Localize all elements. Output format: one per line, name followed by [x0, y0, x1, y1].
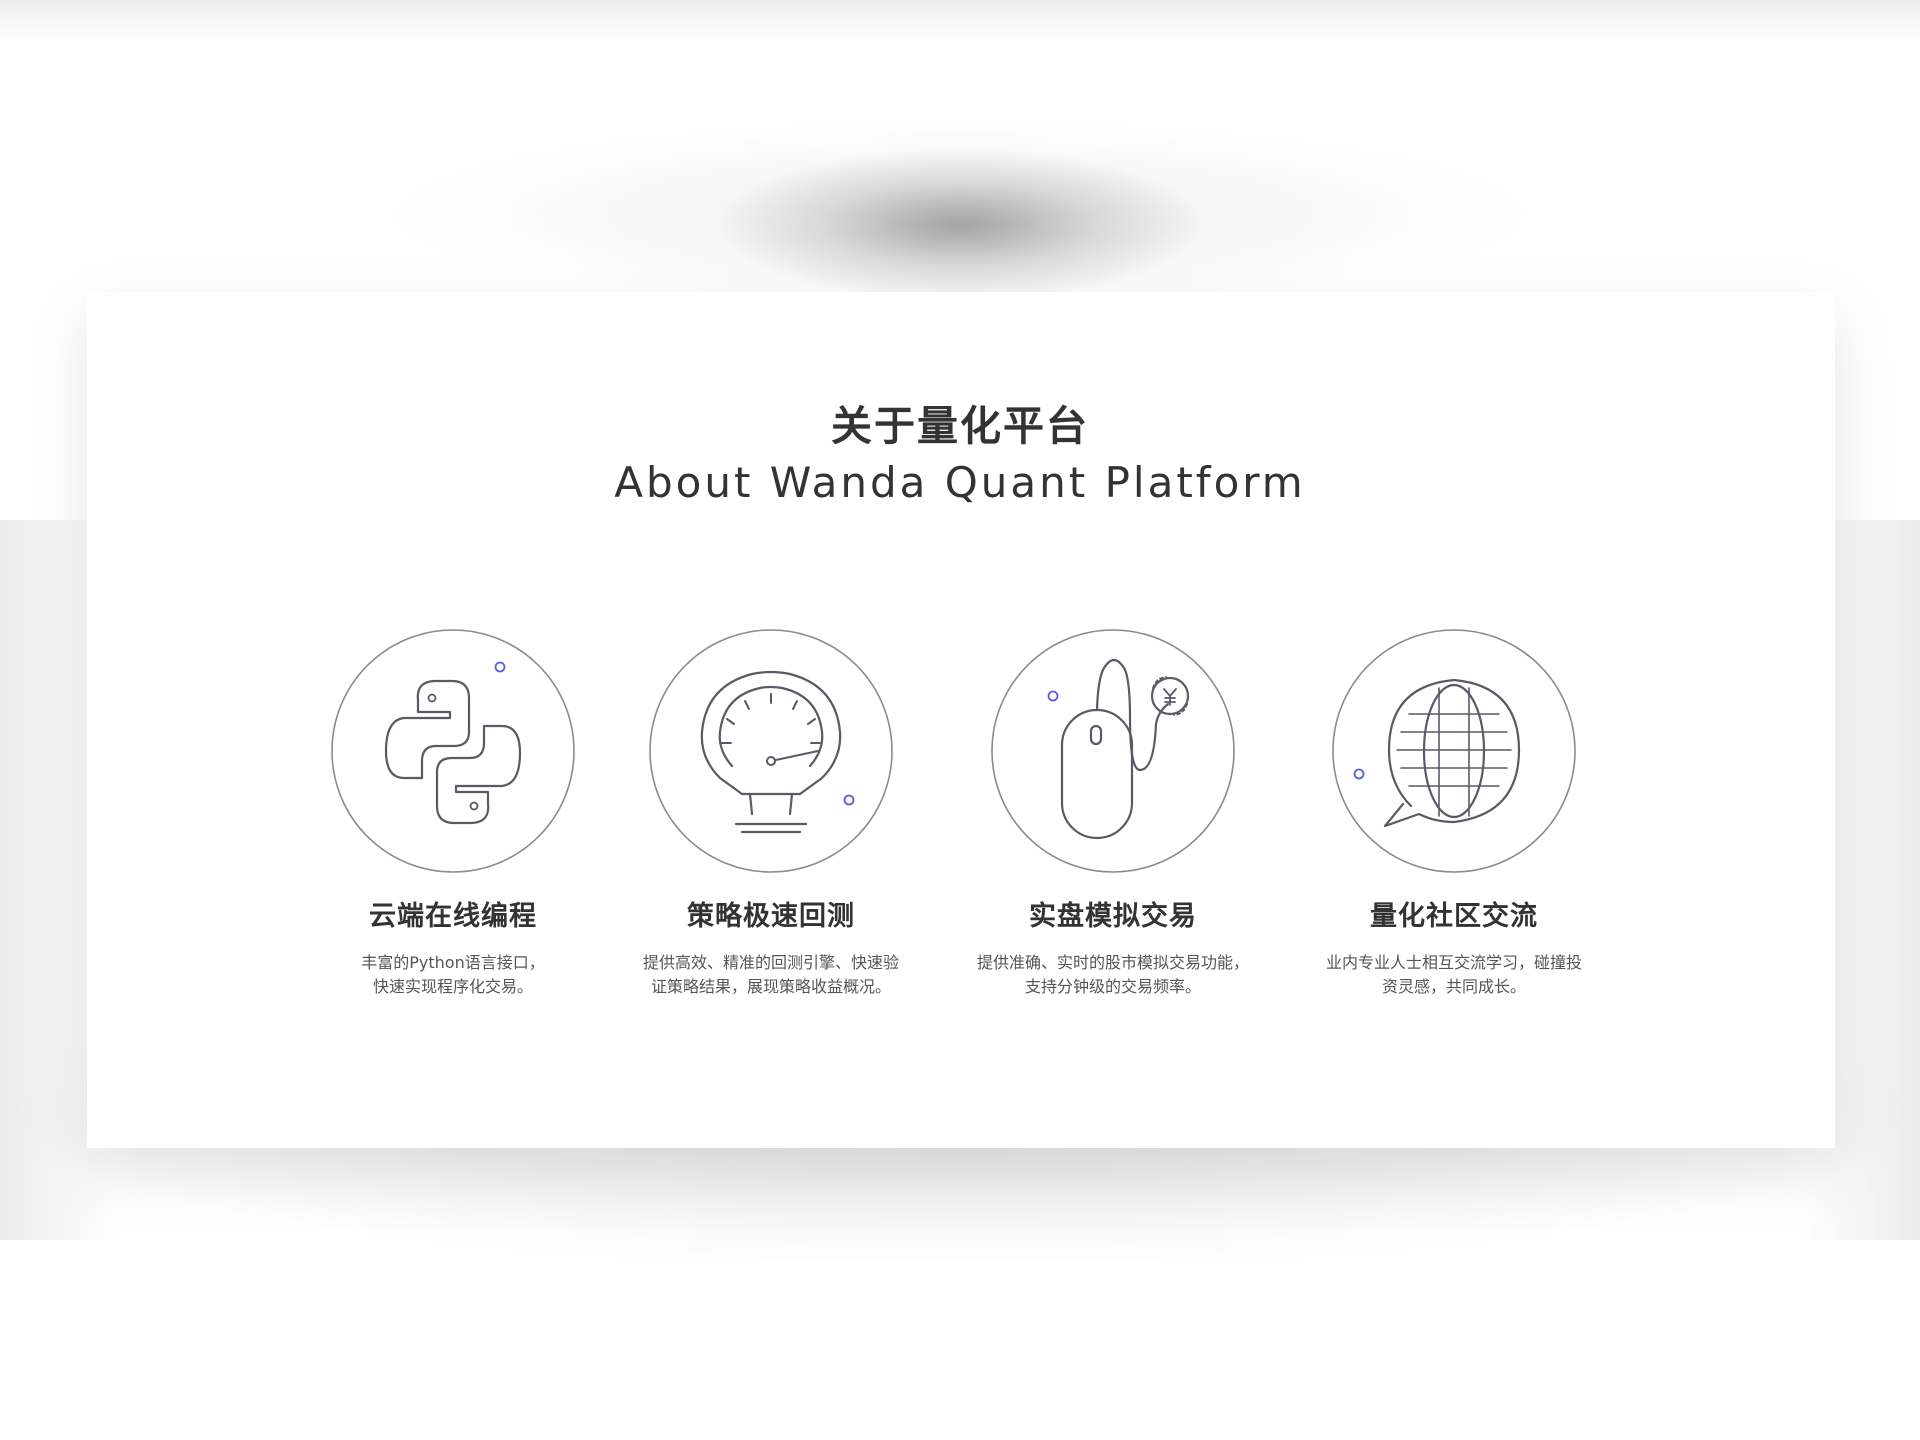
- feature-description-line: 提供高效、精准的回测引擎、快速验: [642, 953, 899, 972]
- feature-cloud-coding: 云端在线编程 丰富的Python语言接口， 快速实现程序化交易。: [308, 628, 598, 999]
- speedometer-icon: [649, 629, 893, 873]
- feature-title: 云端在线编程: [369, 901, 537, 932]
- feature-icon-circle: [1331, 628, 1577, 874]
- feature-fast-backtest: 策略极速回测 提供高效、精准的回测引擎、快速验 证策略结果，展现策略收益概况。: [626, 628, 916, 999]
- feature-description-line: 业内专业人士相互交流学习，碰撞投: [1325, 953, 1582, 972]
- section-title: 关于量化平台: [831, 402, 1089, 450]
- feature-description-line: 提供准确、实时的股市模拟交易功能，: [976, 953, 1249, 972]
- python-icon: [331, 629, 575, 873]
- feature-title: 策略极速回测: [687, 901, 855, 932]
- background-band-top: [0, 0, 1920, 40]
- feature-icon-circle: [648, 628, 894, 874]
- feature-description-line: 快速实现程序化交易。: [372, 977, 533, 996]
- feature-description-line: 丰富的Python语言接口，: [361, 953, 545, 972]
- feature-simulated-trading: 实盘模拟交易 提供准确、实时的股市模拟交易功能， 支持分钟级的交易频率。: [968, 628, 1258, 999]
- globe-chat-icon: [1332, 629, 1576, 873]
- feature-description: 业内专业人士相互交流学习，碰撞投 资灵感，共同成长。: [1309, 951, 1599, 999]
- feature-description: 提供准确、实时的股市模拟交易功能， 支持分钟级的交易频率。: [968, 951, 1258, 999]
- feature-icon-circle: [330, 628, 576, 874]
- feature-icon-circle: [990, 628, 1236, 874]
- feature-quant-community: 量化社区交流 业内专业人士相互交流学习，碰撞投 资灵感，共同成长。: [1309, 628, 1599, 999]
- background-blur-blob: [720, 150, 1200, 300]
- feature-description-line: 支持分钟级的交易频率。: [1024, 977, 1201, 996]
- feature-description: 丰富的Python语言接口， 快速实现程序化交易。: [308, 951, 598, 999]
- feature-description-line: 资灵感，共同成长。: [1381, 977, 1526, 996]
- feature-title: 实盘模拟交易: [1029, 901, 1197, 932]
- mouse-yuan-icon: [991, 629, 1235, 873]
- section-subtitle: About Wanda Quant Platform: [614, 458, 1306, 507]
- feature-description-line: 证策略结果，展现策略收益概况。: [650, 977, 891, 996]
- feature-description: 提供高效、精准的回测引擎、快速验 证策略结果，展现策略收益概况。: [626, 951, 916, 999]
- feature-title: 量化社区交流: [1370, 901, 1538, 932]
